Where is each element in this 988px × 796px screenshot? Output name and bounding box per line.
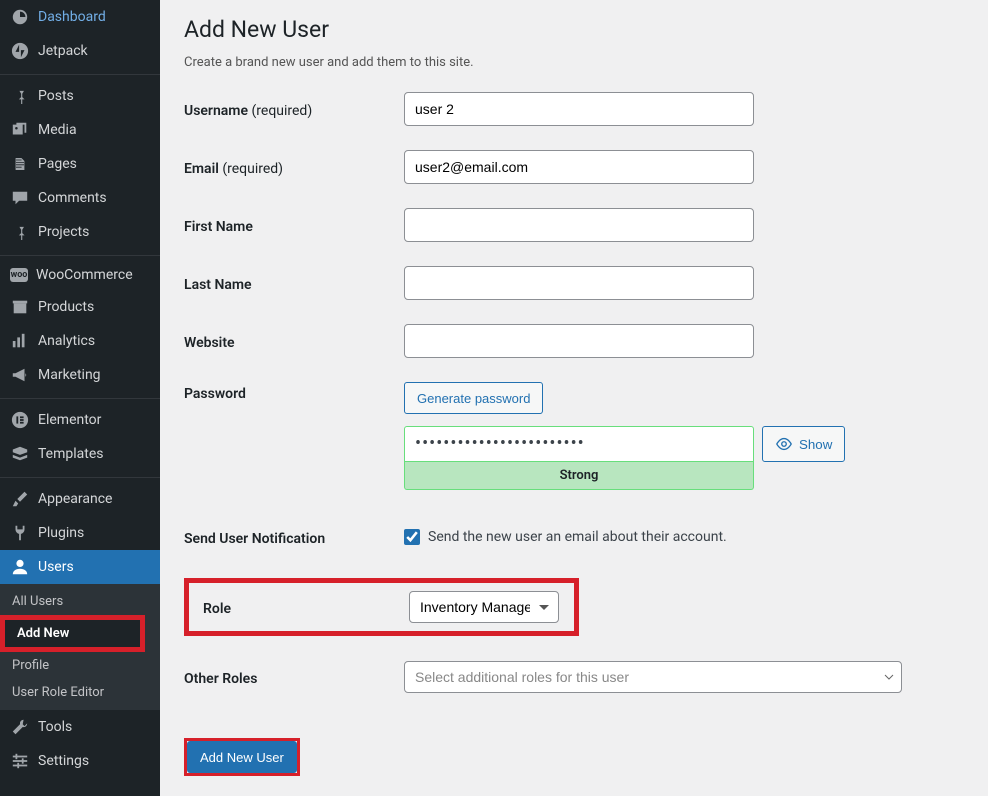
submenu-all-users[interactable]: All Users	[0, 588, 160, 615]
sidebar-item-settings[interactable]: Settings	[0, 744, 160, 778]
row-website: Website	[184, 324, 964, 358]
sidebar-item-label: Media	[38, 122, 77, 138]
add-new-user-button[interactable]: Add New User	[187, 741, 297, 773]
sidebar-item-marketing[interactable]: Marketing	[0, 358, 160, 392]
sidebar-item-plugins[interactable]: Plugins	[0, 516, 160, 550]
sidebar-item-products[interactable]: Products	[0, 290, 160, 324]
sidebar-item-label: Users	[38, 559, 74, 575]
username-input[interactable]	[404, 92, 754, 126]
sidebar-item-label: Comments	[38, 190, 107, 206]
sidebar-item-jetpack[interactable]: Jetpack	[0, 34, 160, 68]
sidebar-item-label: Marketing	[38, 367, 101, 383]
sidebar-item-label: Products	[38, 299, 94, 315]
password-input[interactable]: ••••••••••••••••••••••••	[404, 426, 754, 462]
sidebar-item-label: Pages	[38, 156, 77, 172]
users-submenu: All Users Add New Profile User Role Edit…	[0, 584, 160, 710]
sidebar-item-label: Projects	[38, 224, 89, 240]
row-firstname: First Name	[184, 208, 964, 242]
sidebar-item-label: WooCommerce	[36, 267, 133, 283]
sidebar-item-dashboard[interactable]: Dashboard	[0, 0, 160, 34]
woo-icon: woo	[10, 268, 28, 282]
notification-text: Send the new user an email about their a…	[428, 529, 727, 545]
password-label: Password	[184, 382, 404, 402]
row-lastname: Last Name	[184, 266, 964, 300]
notification-checkbox[interactable]	[404, 529, 420, 545]
page-description: Create a brand new user and add them to …	[184, 55, 964, 70]
website-label: Website	[184, 331, 404, 351]
sidebar-item-label: Posts	[38, 88, 74, 104]
plug-icon	[10, 523, 30, 543]
dashboard-icon	[10, 7, 30, 27]
row-password-field: •••••••••••••••••••••••• Strong Show	[184, 426, 964, 490]
other-roles-label: Other Roles	[184, 667, 404, 687]
sidebar-item-users[interactable]: Users	[0, 550, 160, 584]
firstname-label: First Name	[184, 215, 404, 235]
sidebar-item-label: Tools	[38, 719, 72, 735]
highlight-role: Role Inventory Manager	[184, 578, 579, 636]
eye-icon	[775, 435, 793, 453]
sidebar-item-tools[interactable]: Tools	[0, 710, 160, 744]
email-input[interactable]	[404, 150, 754, 184]
sidebar-item-woocommerce[interactable]: woo WooCommerce	[0, 260, 160, 290]
brush-icon	[10, 489, 30, 509]
submenu-user-role-editor[interactable]: User Role Editor	[0, 679, 160, 706]
product-icon	[10, 297, 30, 317]
sidebar-item-analytics[interactable]: Analytics	[0, 324, 160, 358]
sidebar-item-pages[interactable]: Pages	[0, 147, 160, 181]
sidebar-item-templates[interactable]: Templates	[0, 437, 160, 471]
user-icon	[10, 557, 30, 577]
row-notification: Send User Notification Send the new user…	[184, 520, 964, 554]
sidebar-item-media[interactable]: Media	[0, 113, 160, 147]
show-password-button[interactable]: Show	[762, 426, 845, 462]
firstname-input[interactable]	[404, 208, 754, 242]
main-content: Add New User Create a brand new user and…	[160, 0, 988, 796]
row-password: Password Generate password	[184, 382, 964, 416]
lastname-label: Last Name	[184, 273, 404, 293]
website-input[interactable]	[404, 324, 754, 358]
page-icon	[10, 154, 30, 174]
sidebar-item-label: Jetpack	[38, 43, 88, 59]
email-label: Email (required)	[184, 157, 404, 177]
admin-sidebar: Dashboard Jetpack Posts Media Pages Comm…	[0, 0, 160, 796]
media-icon	[10, 120, 30, 140]
lastname-input[interactable]	[404, 266, 754, 300]
notification-label: Send User Notification	[184, 527, 404, 547]
other-roles-select[interactable]: Select additional roles for this user	[404, 661, 902, 693]
sidebar-item-comments[interactable]: Comments	[0, 181, 160, 215]
username-label: Username (required)	[184, 99, 404, 119]
role-label: Role	[203, 597, 409, 617]
password-strength: Strong	[404, 462, 754, 490]
generate-password-button[interactable]: Generate password	[404, 382, 543, 414]
submenu-profile[interactable]: Profile	[0, 652, 160, 679]
sidebar-item-label: Dashboard	[38, 9, 106, 25]
sidebar-item-appearance[interactable]: Appearance	[0, 482, 160, 516]
pin-icon	[10, 222, 30, 242]
sidebar-item-elementor[interactable]: Elementor	[0, 403, 160, 437]
analytics-icon	[10, 331, 30, 351]
marketing-icon	[10, 365, 30, 385]
submenu-add-new[interactable]: Add New	[5, 620, 140, 647]
wrench-icon	[10, 717, 30, 737]
elementor-icon	[10, 410, 30, 430]
row-other-roles: Other Roles Select additional roles for …	[184, 660, 964, 694]
templates-icon	[10, 444, 30, 464]
sidebar-item-posts[interactable]: Posts	[0, 79, 160, 113]
highlight-submit: Add New User	[184, 738, 300, 776]
jetpack-icon	[10, 41, 30, 61]
sidebar-item-projects[interactable]: Projects	[0, 215, 160, 249]
sidebar-item-label: Settings	[38, 753, 89, 769]
pin-icon	[10, 86, 30, 106]
sidebar-item-label: Templates	[38, 446, 104, 462]
page-title: Add New User	[184, 16, 964, 43]
sidebar-item-label: Plugins	[38, 525, 84, 541]
role-select[interactable]: Inventory Manager	[409, 591, 559, 623]
show-button-label: Show	[799, 437, 832, 452]
comment-icon	[10, 188, 30, 208]
sidebar-item-label: Analytics	[38, 333, 95, 349]
sidebar-item-label: Elementor	[38, 412, 101, 428]
row-username: Username (required)	[184, 92, 964, 126]
sidebar-item-label: Appearance	[38, 491, 112, 507]
row-email: Email (required)	[184, 150, 964, 184]
settings-icon	[10, 751, 30, 771]
